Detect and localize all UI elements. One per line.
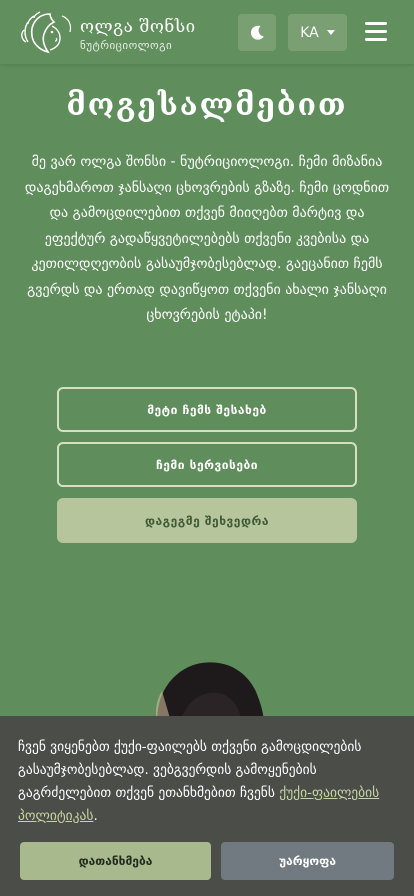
my-services-button[interactable]: ჩემი სერვისები	[57, 442, 357, 487]
leaf-face-logo-icon	[21, 11, 72, 54]
caret-down-icon	[326, 30, 335, 35]
cookie-period: .	[93, 808, 98, 824]
portrait-photo	[150, 655, 270, 725]
cookie-message: ჩვენ ვიყენებთ ქუქი-ფაილებს თქვენი გამოცდ…	[18, 736, 396, 828]
moon-icon	[250, 25, 264, 40]
page-title: მოგესალმებით	[66, 88, 348, 123]
accept-cookies-button[interactable]: დათანხმება	[20, 842, 211, 880]
about-me-button[interactable]: მეტი ჩემს შესახებ	[57, 387, 357, 432]
language-select[interactable]: KA	[288, 14, 347, 51]
cookie-consent-banner: ჩვენ ვიყენებთ ქუქი-ფაილებს თქვენი გამოცდ…	[0, 716, 414, 896]
top-navbar: ოლგა შონსი ნუტრიციოლოგი KA	[0, 0, 414, 64]
reject-cookies-button[interactable]: უარყოფა	[221, 842, 394, 880]
language-label: KA	[300, 24, 319, 41]
logo-subtitle: ნუტრიციოლოგი	[80, 39, 173, 52]
logo-title: ოლგა შონსი	[80, 17, 196, 37]
site-logo[interactable]: ოლგა შონსი ნუტრიციოლოგი	[20, 10, 195, 56]
hamburger-menu-icon[interactable]	[365, 20, 389, 42]
book-appointment-button[interactable]: დაგეგმე შეხვედრა	[57, 498, 357, 543]
theme-toggle-button[interactable]	[238, 14, 276, 51]
intro-paragraph: მე ვარ ოლგა შონსი - ნუტრიციოლოგი. ჩემი მ…	[24, 154, 390, 323]
